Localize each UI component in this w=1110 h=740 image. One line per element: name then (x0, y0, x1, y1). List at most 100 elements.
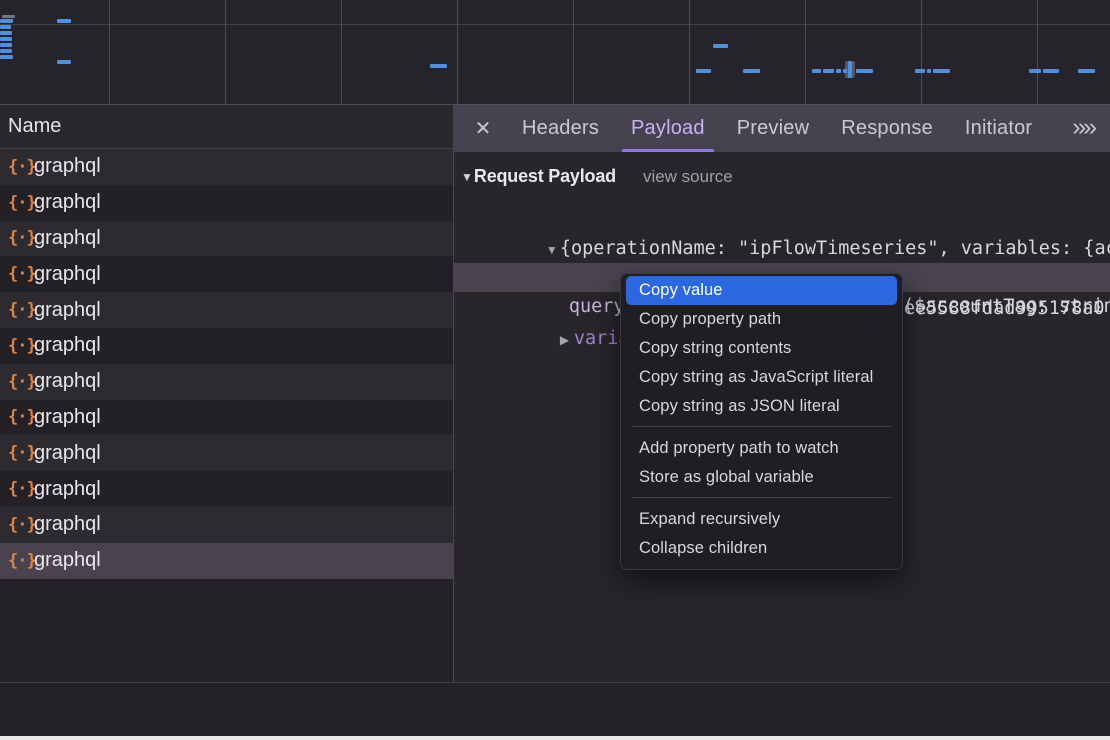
overview-gridline (805, 0, 806, 104)
json-icon: {·} (8, 407, 34, 427)
request-timeline-bar (696, 69, 711, 73)
request-timeline-bar (0, 31, 12, 35)
tree-row-operationname[interactable]: operationName: "ipFlowTimeseries" (454, 235, 1110, 265)
request-name: graphql (34, 227, 101, 250)
request-row[interactable]: {·}graphql (0, 400, 453, 436)
overview-gridline (225, 0, 226, 104)
json-icon: {·} (8, 443, 34, 463)
json-icon: {·} (8, 479, 34, 499)
details-tab-bar: ✕ Headers Payload Preview Response Initiator… (454, 105, 1110, 153)
variables-preview-fragment: ee5588fdad995178a0 (904, 294, 1104, 324)
request-name: graphql (34, 334, 101, 357)
json-icon: {·} (8, 372, 34, 392)
request-row[interactable]: {·}graphql (0, 292, 453, 328)
overview-gridline (573, 0, 574, 104)
overview-marker-bar (848, 61, 852, 78)
request-timeline-bar (843, 69, 847, 73)
menu-item-copy-string-as-json-literal[interactable]: Copy string as JSON literal (626, 392, 897, 421)
request-row[interactable]: {·}graphql (0, 543, 453, 579)
tabs: Headers Payload Preview Response Initiator (519, 105, 1035, 152)
request-timeline-bar (0, 25, 11, 29)
json-icon: {·} (8, 336, 34, 356)
request-timeline-bar (1078, 69, 1095, 73)
menu-item-expand-recursively[interactable]: Expand recursively (626, 505, 897, 534)
overview-gridline (1037, 0, 1038, 104)
context-menu: Copy valueCopy property pathCopy string … (620, 273, 903, 570)
request-name: graphql (34, 478, 101, 501)
overview-gridline (689, 0, 690, 104)
request-timeline-bar (856, 69, 873, 73)
menu-separator (631, 497, 892, 498)
request-row[interactable]: {·}graphql (0, 256, 453, 292)
more-tabs-icon[interactable]: »» (1072, 113, 1094, 142)
triangle-right-icon[interactable]: ▶ (560, 325, 574, 355)
request-timeline-bar (836, 69, 841, 73)
footer-area (0, 683, 1110, 740)
request-timeline-bar (1043, 69, 1059, 73)
request-name: graphql (34, 191, 101, 214)
tab-initiator[interactable]: Initiator (962, 105, 1035, 152)
json-icon: {·} (8, 551, 34, 571)
devtools-network-panel: Name {·}graphql{·}graphql{·}graphql{·}gr… (0, 0, 1110, 740)
tab-preview[interactable]: Preview (734, 105, 813, 152)
menu-item-copy-property-path[interactable]: Copy property path (626, 305, 897, 334)
request-timeline-bar (933, 69, 950, 73)
request-timeline-bar (927, 69, 931, 73)
close-icon[interactable]: ✕ (471, 116, 495, 141)
tab-headers[interactable]: Headers (519, 105, 602, 152)
menu-item-add-property-path-to-watch[interactable]: Add property path to watch (626, 434, 897, 463)
window-bottom-edge (0, 736, 1110, 740)
request-name: graphql (34, 370, 101, 393)
request-row[interactable]: {·}graphql (0, 364, 453, 400)
request-timeline-bar (823, 69, 834, 73)
request-row[interactable]: {·}graphql (0, 149, 453, 185)
request-timeline-bar (743, 69, 760, 73)
json-icon: {·} (8, 264, 34, 284)
view-source-link[interactable]: view source (643, 167, 733, 187)
request-timeline-bar (430, 64, 447, 68)
overview-gridline (457, 0, 458, 104)
tree-row-root[interactable]: ▼{operationName: "ipFlowTimeseries", var… (454, 204, 1110, 234)
overview-gridline (921, 0, 922, 104)
request-row[interactable]: {·}graphql (0, 185, 453, 221)
tab-response[interactable]: Response (838, 105, 936, 152)
overview-gridline (341, 0, 342, 104)
request-name: graphql (34, 549, 101, 572)
request-list-panel: Name {·}graphql{·}graphql{·}graphql{·}gr… (0, 105, 453, 682)
section-title: Request Payload (474, 166, 616, 187)
request-timeline-bar (812, 69, 821, 73)
request-row[interactable]: {·}graphql (0, 328, 453, 364)
menu-item-copy-string-as-javascript-literal[interactable]: Copy string as JavaScript literal (626, 363, 897, 392)
request-rows: {·}graphql{·}graphql{·}graphql{·}graphql… (0, 149, 453, 579)
request-timeline-bar (0, 37, 12, 41)
menu-item-copy-string-contents[interactable]: Copy string contents (626, 334, 897, 363)
request-timeline-bar (1029, 69, 1041, 73)
tab-payload[interactable]: Payload (628, 105, 708, 152)
json-icon: {·} (8, 157, 34, 177)
request-row[interactable]: {·}graphql (0, 471, 453, 507)
overview-gridline (109, 0, 110, 104)
menu-separator (631, 426, 892, 427)
request-name: graphql (34, 155, 101, 178)
json-icon: {·} (8, 515, 34, 535)
json-icon: {·} (8, 228, 34, 248)
menu-item-collapse-children[interactable]: Collapse children (626, 534, 897, 563)
request-timeline-bar (0, 49, 12, 53)
network-overview-timeline[interactable] (0, 0, 1110, 105)
name-column-header[interactable]: Name (0, 105, 453, 149)
request-timeline-bar (2, 15, 15, 18)
request-timeline-bar (57, 60, 71, 64)
request-name: graphql (34, 442, 101, 465)
request-timeline-bar (0, 19, 13, 23)
request-timeline-bar (0, 43, 12, 47)
request-row[interactable]: {·}graphql (0, 435, 453, 471)
request-name: graphql (34, 299, 101, 322)
menu-item-copy-value[interactable]: Copy value (626, 276, 897, 305)
request-row[interactable]: {·}graphql (0, 221, 453, 257)
request-payload-section: ▼ Request Payload view source (461, 166, 733, 187)
request-row[interactable]: {·}graphql (0, 507, 453, 543)
json-icon: {·} (8, 300, 34, 320)
menu-item-store-as-global-variable[interactable]: Store as global variable (626, 463, 897, 492)
request-name: graphql (34, 513, 101, 536)
section-collapse-icon[interactable]: ▼ (461, 170, 473, 184)
